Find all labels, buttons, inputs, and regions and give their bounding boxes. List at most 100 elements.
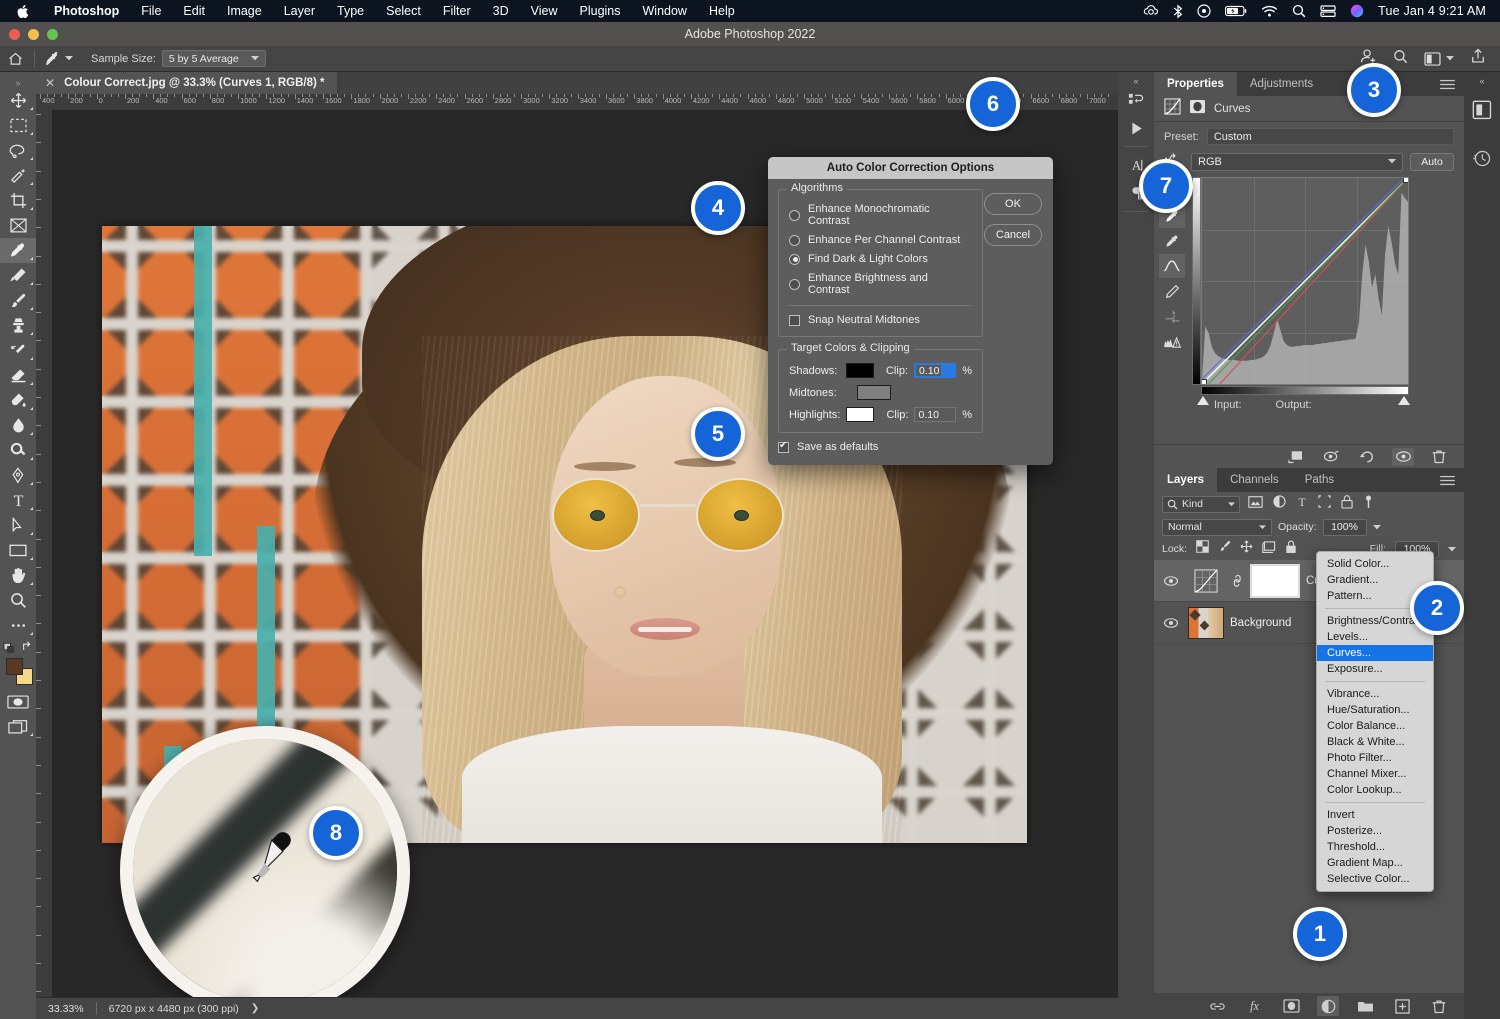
move-tool[interactable] <box>0 88 36 113</box>
menu-plugins[interactable]: Plugins <box>569 4 632 18</box>
menu-item-black-white[interactable]: Black & White... <box>1317 734 1433 750</box>
collapse-chevrons-icon[interactable]: « <box>1464 72 1500 86</box>
menu-item-vibrance[interactable]: Vibrance... <box>1317 686 1433 702</box>
pencil-draw-tool[interactable] <box>1159 279 1185 303</box>
menu-type[interactable]: Type <box>326 4 375 18</box>
radio-enhance-brightness-and-contrast[interactable]: Enhance Brightness and Contrast <box>789 272 972 296</box>
preset-select[interactable]: Custom <box>1207 128 1454 145</box>
screen-mode-icon[interactable] <box>0 714 36 739</box>
delete-icon[interactable] <box>1428 448 1450 466</box>
type-filter-icon[interactable]: T <box>1296 495 1308 513</box>
smart-object-filter-icon[interactable] <box>1341 495 1353 514</box>
menu-item-levels[interactable]: Levels... <box>1317 629 1433 645</box>
channel-select[interactable]: RGB <box>1191 153 1403 171</box>
menu-layer[interactable]: Layer <box>273 4 326 18</box>
libraries-icon[interactable] <box>1464 86 1500 134</box>
foreground-color-swatch[interactable] <box>6 658 23 675</box>
frame-tool[interactable] <box>0 213 36 238</box>
radio-enhance-per-channel-contrast[interactable]: Enhance Per Channel Contrast <box>789 234 972 246</box>
curve-point-tool[interactable] <box>1159 254 1185 278</box>
menu-item-threshold[interactable]: Threshold... <box>1317 839 1433 855</box>
radio-button[interactable] <box>789 254 800 265</box>
menu-view[interactable]: View <box>520 4 569 18</box>
lock-transparency-icon[interactable] <box>1196 540 1209 558</box>
edit-toolbar-icon[interactable] <box>0 613 36 638</box>
eyedropper-tool[interactable] <box>0 238 36 263</box>
filter-kind-select[interactable]: Kind <box>1162 496 1240 513</box>
zoom-level[interactable]: 33.33% <box>36 1003 96 1015</box>
menu-item-channel-mixer[interactable]: Channel Mixer... <box>1317 766 1433 782</box>
menu-item-solid-color[interactable]: Solid Color... <box>1317 556 1433 572</box>
tab-properties[interactable]: Properties <box>1154 72 1237 96</box>
radio-button[interactable] <box>789 279 800 290</box>
layer-visibility-toggle[interactable] <box>1160 617 1182 629</box>
rectangle-tool[interactable] <box>0 538 36 563</box>
radio-button[interactable] <box>789 210 800 221</box>
link-layers-icon[interactable] <box>1206 996 1228 1016</box>
crop-tool[interactable] <box>0 188 36 213</box>
spotlight-search-icon[interactable] <box>1292 4 1306 18</box>
checkbox-snap-neutral-midtones[interactable]: Snap Neutral Midtones <box>789 314 972 326</box>
menu-photoshop[interactable]: Photoshop <box>43 4 130 18</box>
pixel-filter-icon[interactable] <box>1248 495 1263 513</box>
smooth-curve-tool[interactable] <box>1159 304 1185 328</box>
bluetooth-icon[interactable] <box>1173 4 1183 19</box>
menu-window[interactable]: Window <box>632 4 698 18</box>
lock-all-icon[interactable] <box>1285 540 1297 559</box>
panel-menu-icon[interactable] <box>1440 72 1464 96</box>
history-icon[interactable] <box>1464 134 1500 182</box>
black-input-slider[interactable] <box>1197 396 1209 405</box>
menu-item-selective-color[interactable]: Selective Color... <box>1317 871 1433 887</box>
ok-button[interactable]: OK <box>984 193 1042 215</box>
export-icon[interactable] <box>1470 48 1486 69</box>
tab-paths[interactable]: Paths <box>1292 468 1347 492</box>
cancel-button[interactable]: Cancel <box>984 224 1042 246</box>
lasso-tool[interactable] <box>0 138 36 163</box>
new-group-icon[interactable] <box>1354 996 1376 1016</box>
view-previous-state-icon[interactable] <box>1320 448 1342 466</box>
creative-cloud-icon[interactable] <box>1143 4 1159 18</box>
gradient-tool[interactable] <box>0 388 36 413</box>
toggle-visibility-icon[interactable] <box>1392 448 1414 466</box>
link-mask-icon[interactable] <box>1230 573 1244 589</box>
reset-icon[interactable] <box>1356 448 1378 466</box>
tab-layers[interactable]: Layers <box>1154 468 1217 492</box>
lock-position-icon[interactable] <box>1240 540 1253 558</box>
play-action-icon[interactable] <box>1118 114 1154 142</box>
curves-graph[interactable] <box>1192 177 1414 395</box>
brush-tool[interactable] <box>0 288 36 313</box>
sample-size-select[interactable]: 5 by 5 Average <box>162 50 266 67</box>
auto-color-correction-dialog[interactable]: Auto Color Correction Options Algorithms… <box>768 157 1053 465</box>
filter-toggle-icon[interactable] <box>1363 495 1374 514</box>
chevron-down-icon[interactable] <box>1448 547 1456 552</box>
menu-help[interactable]: Help <box>698 4 746 18</box>
menu-item-posterize[interactable]: Posterize... <box>1317 823 1433 839</box>
radio-button[interactable] <box>789 235 800 246</box>
close-icon[interactable]: ✕ <box>45 77 55 89</box>
history-brush-tool[interactable] <box>0 338 36 363</box>
wifi-icon[interactable] <box>1261 5 1278 18</box>
history-states-icon[interactable] <box>1118 86 1154 114</box>
menu-file[interactable]: File <box>130 4 172 18</box>
auto-button[interactable]: Auto <box>1410 153 1454 171</box>
blur-tool[interactable] <box>0 413 36 438</box>
white-input-slider[interactable] <box>1398 396 1410 405</box>
checkbox[interactable] <box>789 315 800 326</box>
adjustment-filter-icon[interactable] <box>1273 495 1286 513</box>
menu-item-color-balance[interactable]: Color Balance... <box>1317 718 1433 734</box>
shadows-color-swatch[interactable] <box>846 363 874 378</box>
shadows-clip-input[interactable]: 0.10 <box>914 363 956 378</box>
radio-find-dark-and-light-colors[interactable]: Find Dark & Light Colors <box>789 253 972 265</box>
layer-thumbnail[interactable] <box>1188 607 1224 639</box>
chevron-right-icon[interactable]: ❯ <box>251 1003 259 1014</box>
menu-item-gradient[interactable]: Gradient... <box>1317 572 1433 588</box>
highlights-clip-input[interactable]: 0.10 <box>914 407 956 422</box>
curve-point-white[interactable] <box>1403 177 1409 183</box>
zoom-tool[interactable] <box>0 588 36 613</box>
eraser-tool[interactable] <box>0 363 36 388</box>
add-mask-icon[interactable] <box>1280 996 1302 1016</box>
menu-select[interactable]: Select <box>375 4 432 18</box>
lock-artboard-icon[interactable] <box>1262 540 1276 558</box>
marquee-tool[interactable] <box>0 113 36 138</box>
menu-item-hue-saturation[interactable]: Hue/Saturation... <box>1317 702 1433 718</box>
